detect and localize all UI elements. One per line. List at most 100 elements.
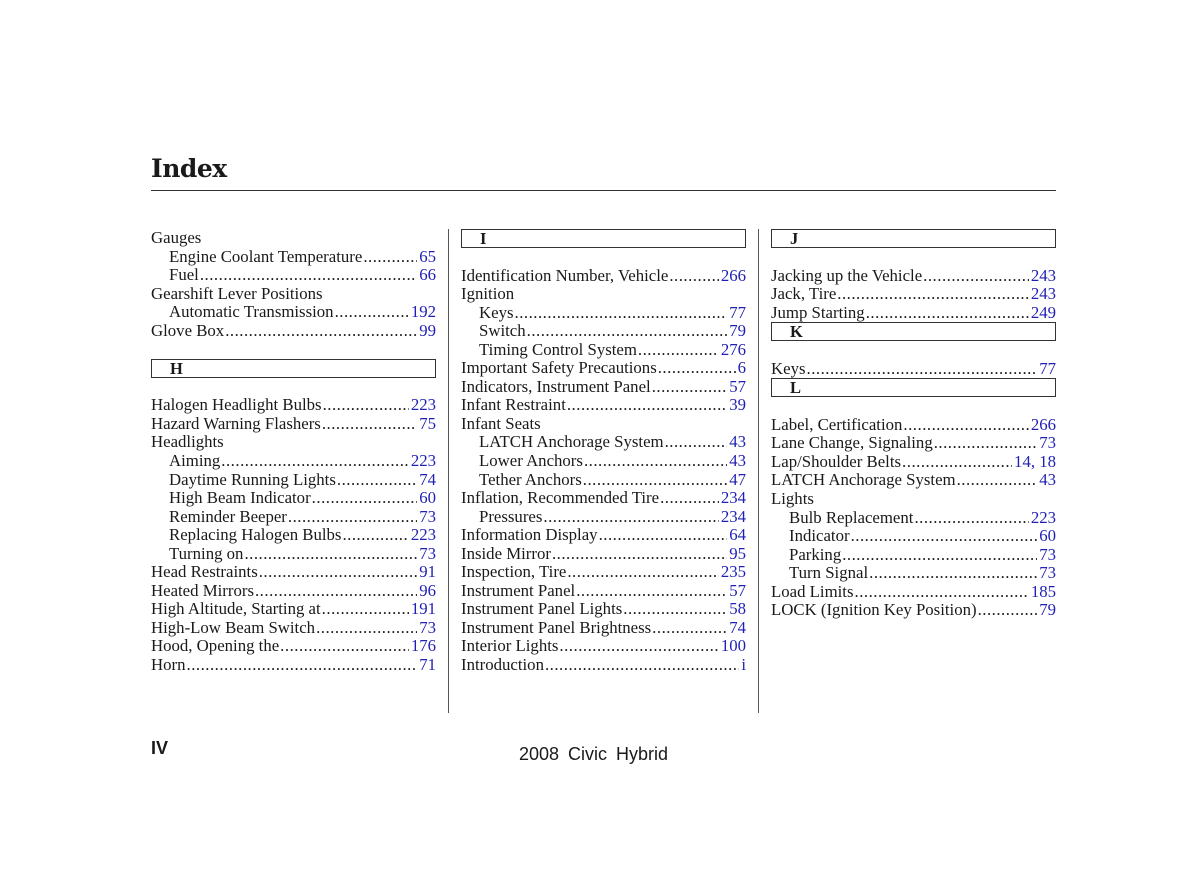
index-entry[interactable]: Jump Starting 249 — [771, 303, 1056, 323]
page-link[interactable]: 73 — [419, 507, 436, 527]
page-link[interactable]: 266 — [721, 266, 746, 286]
index-subentry[interactable]: Fuel 66 — [151, 266, 436, 285]
index-subentry[interactable]: Daytime Running Lights 74 — [151, 470, 436, 490]
index-subentry[interactable]: Keys 77 — [461, 303, 746, 323]
page-link[interactable]: 185 — [1031, 582, 1056, 602]
page-link[interactable]: 73 — [419, 618, 436, 638]
page-link[interactable]: 234 — [721, 489, 746, 508]
index-entry[interactable]: LOCK (Ignition Key Position) 79 — [771, 601, 1056, 620]
index-subentry[interactable]: Turning on 73 — [151, 544, 436, 564]
index-entry[interactable]: Jacking up the Vehicle 243 — [771, 266, 1056, 286]
index-entry[interactable]: Inside Mirror 95 — [461, 544, 746, 564]
index-entry[interactable]: LATCH Anchorage System 43 — [771, 471, 1056, 490]
page-link[interactable]: 73 — [1039, 434, 1056, 453]
page-link[interactable]: 91 — [419, 563, 436, 582]
page-link[interactable]: 176 — [411, 637, 436, 656]
page-link[interactable]: 60 — [1039, 527, 1056, 546]
index-entry[interactable]: Instrument Panel Brightness 74 — [461, 618, 746, 638]
page-link[interactable]: 66 — [419, 266, 436, 285]
page-link[interactable]: 96 — [419, 581, 436, 601]
index-subentry[interactable]: Turn Signal 73 — [771, 564, 1056, 583]
page-link[interactable]: 58 — [729, 600, 746, 619]
page-link[interactable]: 266 — [1031, 415, 1056, 435]
page-link[interactable]: 223 — [411, 396, 436, 415]
index-entry[interactable]: Instrument Panel Lights 58 — [461, 600, 746, 619]
page-link[interactable]: 57 — [729, 581, 746, 601]
index-entry[interactable]: Instrument Panel 57 — [461, 581, 746, 601]
page-link[interactable]: i — [741, 655, 746, 675]
index-entry[interactable]: Load Limits 185 — [771, 582, 1056, 602]
page-link[interactable]: 47 — [729, 470, 746, 490]
index-entry[interactable]: Interior Lights 100 — [461, 637, 746, 656]
page-link[interactable]: 6 — [738, 359, 746, 378]
page-link[interactable]: 235 — [721, 563, 746, 582]
index-subentry[interactable]: Lower Anchors 43 — [461, 451, 746, 471]
page-link[interactable]: 73 — [1039, 545, 1056, 565]
page-link[interactable]: 60 — [419, 489, 436, 508]
page-link[interactable]: 192 — [411, 303, 436, 322]
page-link[interactable]: 57 — [729, 377, 746, 397]
page-link[interactable]: 243 — [1031, 266, 1056, 286]
index-entry[interactable]: Hazard Warning Flashers 75 — [151, 414, 436, 434]
index-subentry[interactable]: Automatic Transmission 192 — [151, 303, 436, 322]
page-link[interactable]: 100 — [721, 637, 746, 656]
index-entry[interactable]: Jack, Tire 243 — [771, 285, 1056, 304]
index-entry[interactable]: Horn 71 — [151, 655, 436, 675]
index-subentry[interactable]: Parking 73 — [771, 545, 1056, 565]
page-link[interactable]: 95 — [729, 544, 746, 564]
index-entry[interactable]: Hood, Opening the 176 — [151, 637, 436, 656]
page-link[interactable]: 43 — [1039, 471, 1056, 490]
page-link[interactable]: 73 — [1039, 564, 1056, 583]
index-entry[interactable]: Keys 77 — [771, 359, 1056, 379]
page-link[interactable]: 249 — [1031, 303, 1056, 323]
page-link[interactable]: 43 — [729, 433, 746, 452]
index-entry[interactable]: Inflation, Recommended Tire 234 — [461, 489, 746, 508]
page-link[interactable]: 223 — [411, 526, 436, 545]
page-link[interactable]: 77 — [1039, 359, 1056, 379]
page-link[interactable]: 234 — [721, 507, 746, 527]
index-entry[interactable]: Identification Number, Vehicle 266 — [461, 266, 746, 286]
page-link[interactable]: 64 — [729, 526, 746, 545]
page-link[interactable]: 79 — [1039, 601, 1056, 620]
page-link[interactable]: 223 — [1031, 508, 1056, 528]
index-entry[interactable]: Information Display 64 — [461, 526, 746, 545]
page-link[interactable]: 43 — [729, 451, 746, 471]
index-entry[interactable]: High-Low Beam Switch 73 — [151, 618, 436, 638]
index-subentry[interactable]: Engine Coolant Temperature 65 — [151, 247, 436, 267]
page-link[interactable]: 75 — [419, 414, 436, 434]
page-link[interactable]: 79 — [729, 322, 746, 341]
index-subentry[interactable]: Bulb Replacement 223 — [771, 508, 1056, 528]
page-link[interactable]: 14, 18 — [1014, 452, 1056, 472]
page-link[interactable]: 276 — [721, 340, 746, 360]
index-entry[interactable]: Inspection, Tire 235 — [461, 563, 746, 582]
index-entry[interactable]: Head Restraints 91 — [151, 563, 436, 582]
page-link[interactable]: 99 — [419, 321, 436, 341]
index-subentry[interactable]: Aiming 223 — [151, 451, 436, 471]
index-subentry[interactable]: Replacing Halogen Bulbs 223 — [151, 526, 436, 545]
page-link[interactable]: 74 — [419, 470, 436, 490]
index-entry[interactable]: High Altitude, Starting at 191 — [151, 600, 436, 619]
index-entry[interactable]: Halogen Headlight Bulbs 223 — [151, 396, 436, 415]
index-subentry[interactable]: Timing Control System 276 — [461, 340, 746, 360]
index-entry[interactable]: Indicators, Instrument Panel 57 — [461, 377, 746, 397]
index-entry[interactable]: Introduction i — [461, 655, 746, 675]
page-link[interactable]: 223 — [411, 451, 436, 471]
index-subentry[interactable]: Indicator 60 — [771, 527, 1056, 546]
page-link[interactable]: 71 — [419, 655, 436, 675]
index-subentry[interactable]: Tether Anchors 47 — [461, 470, 746, 490]
page-link[interactable]: 73 — [419, 544, 436, 564]
page-link[interactable]: 191 — [411, 600, 436, 619]
index-entry[interactable]: Heated Mirrors 96 — [151, 581, 436, 601]
index-subentry[interactable]: Reminder Beeper 73 — [151, 507, 436, 527]
page-link[interactable]: 243 — [1031, 285, 1056, 304]
index-entry[interactable]: Lap/Shoulder Belts 14, 18 — [771, 452, 1056, 472]
page-link[interactable]: 65 — [419, 247, 436, 267]
page-link[interactable]: 74 — [729, 618, 746, 638]
index-subentry[interactable]: Pressures 234 — [461, 507, 746, 527]
index-subentry[interactable]: Switch 79 — [461, 322, 746, 341]
index-entry[interactable]: Lane Change, Signaling 73 — [771, 434, 1056, 453]
page-link[interactable]: 77 — [729, 303, 746, 323]
page-link[interactable]: 39 — [729, 396, 746, 415]
index-entry[interactable]: Label, Certification 266 — [771, 415, 1056, 435]
index-entry[interactable]: Important Safety Precautions 6 — [461, 359, 746, 378]
